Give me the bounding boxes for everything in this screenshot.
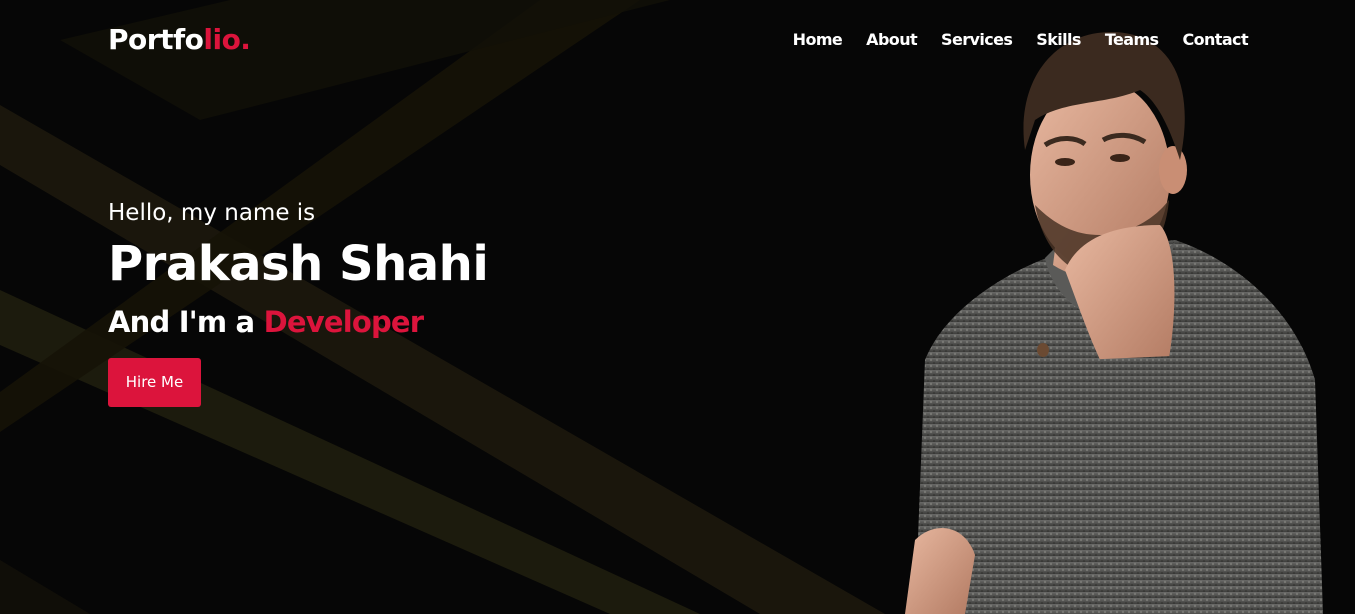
nav-link-about[interactable]: About [866,30,917,49]
logo-accent-text: lio. [203,23,251,56]
hero-intro: Hello, my name is Prakash Shahi And I'm … [108,198,489,407]
hero-role-prefix: And I'm a [108,305,264,339]
portrait-image [905,31,1323,614]
hero-greeting: Hello, my name is [108,200,316,226]
logo[interactable]: Portfolio. [108,22,251,58]
hire-me-button[interactable]: Hire Me [108,358,201,407]
nav-link-home[interactable]: Home [793,30,843,49]
nav-link-skills[interactable]: Skills [1036,30,1081,49]
nav-link-teams[interactable]: Teams [1105,30,1159,49]
nav-link-contact[interactable]: Contact [1182,30,1248,49]
hero-name: Prakash Shahi [108,236,489,292]
hero-role-accent: Developer [263,305,425,339]
nav-link-services[interactable]: Services [941,30,1013,49]
logo-text: Portfo [108,23,204,56]
navbar: Portfolio. Home About Services Skills Te… [0,0,1355,80]
hero-role: And I'm a Developer [108,302,488,342]
nav-menu: Home About Services Skills Teams Contact [793,29,1249,51]
hero-section: Portfolio. Home About Services Skills Te… [0,0,1355,614]
